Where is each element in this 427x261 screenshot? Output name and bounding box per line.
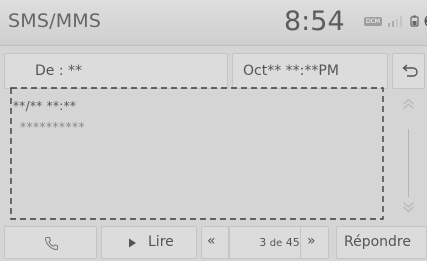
scroll-bar (392, 89, 425, 222)
status-header: SMS/MMS 8:54 DCM (0, 0, 427, 46)
chevron-down-icon[interactable] (402, 201, 415, 213)
message-date: **/** **:** (13, 99, 77, 113)
sender-label: De : ** (35, 63, 83, 79)
page-total: 45 (285, 236, 300, 249)
call-button[interactable] (4, 226, 97, 259)
dcm-badge: DCM (364, 16, 382, 26)
message-info-row: De : ** Oct** **:**PM (0, 53, 427, 89)
battery-icon (410, 15, 419, 27)
page-current: 3 (259, 236, 267, 249)
return-icon (402, 64, 418, 77)
message-text: ********** (20, 120, 85, 134)
clock-time: 8:54 (284, 6, 345, 37)
sender-field: De : ** (4, 53, 228, 89)
message-body-area[interactable]: **/** **:** ********** (10, 87, 384, 220)
phone-icon (44, 237, 58, 251)
page-of: de (269, 238, 283, 249)
status-icons: DCM (364, 13, 427, 29)
reply-button[interactable]: Répondre (336, 226, 427, 259)
read-label: Lire (148, 234, 174, 250)
back-button[interactable] (392, 53, 425, 89)
bottom-toolbar: Lire « 3 de 45 » Répondre (0, 226, 427, 260)
read-aloud-button[interactable]: Lire (101, 226, 197, 259)
play-icon (129, 238, 136, 248)
double-chevron-left-icon: « (207, 233, 216, 249)
previous-message-button[interactable]: « (201, 226, 229, 259)
scroll-track[interactable] (408, 129, 409, 197)
app-title: SMS/MMS (8, 10, 102, 32)
signal-icon (388, 16, 402, 27)
received-date-label: Oct** **:**PM (243, 63, 339, 79)
next-message-button[interactable]: » (300, 226, 329, 259)
sms-message-screen: SMS/MMS 8:54 DCM De : ** Oct** **:**PM *… (0, 0, 427, 261)
date-field: Oct** **:**PM (232, 53, 388, 89)
double-chevron-right-icon: » (307, 233, 316, 249)
chevron-up-icon[interactable] (402, 98, 415, 110)
reply-label: Répondre (344, 234, 411, 250)
